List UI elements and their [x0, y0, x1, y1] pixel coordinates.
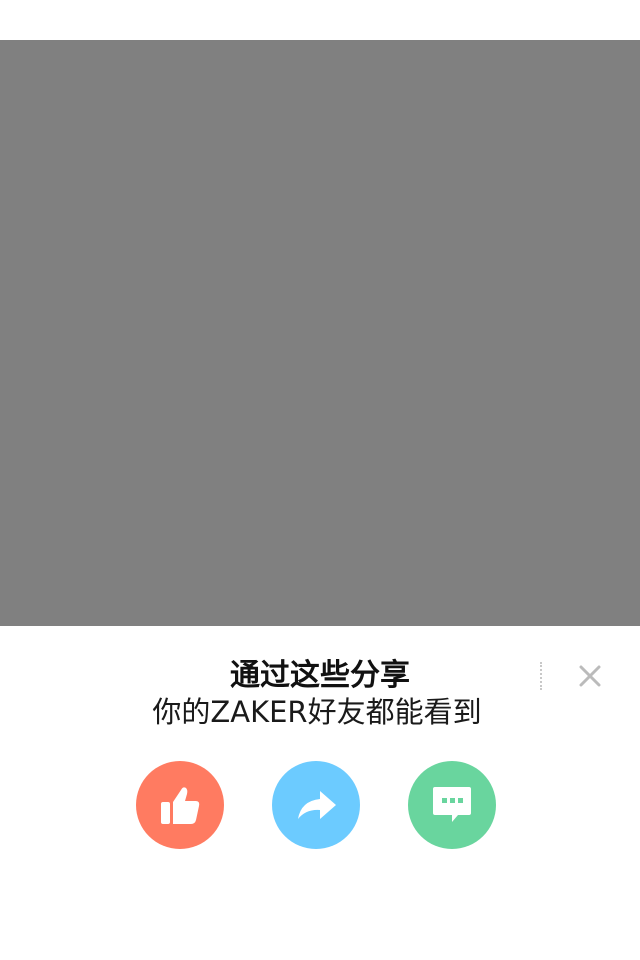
divider: [540, 662, 542, 690]
close-button[interactable]: [568, 660, 612, 692]
thumbs-up-icon: [161, 787, 200, 824]
share-sheet-subtitle: 你的ZAKER好友都能看到: [152, 695, 482, 729]
screen: 通过这些分享 你的ZAKER好友都能看到: [0, 0, 640, 960]
chat-bubble-icon: [433, 787, 471, 822]
share-sheet: 通过这些分享 你的ZAKER好友都能看到: [0, 626, 640, 960]
close-icon: [579, 665, 601, 687]
dimmed-overlay[interactable]: [0, 40, 640, 626]
forward-button[interactable]: [272, 761, 360, 849]
share-actions: [0, 761, 640, 849]
share-arrow-icon: [298, 791, 336, 819]
share-sheet-title: 通过这些分享: [230, 658, 410, 693]
like-button[interactable]: [136, 761, 224, 849]
status-bar: [0, 0, 640, 40]
comment-button[interactable]: [408, 761, 496, 849]
